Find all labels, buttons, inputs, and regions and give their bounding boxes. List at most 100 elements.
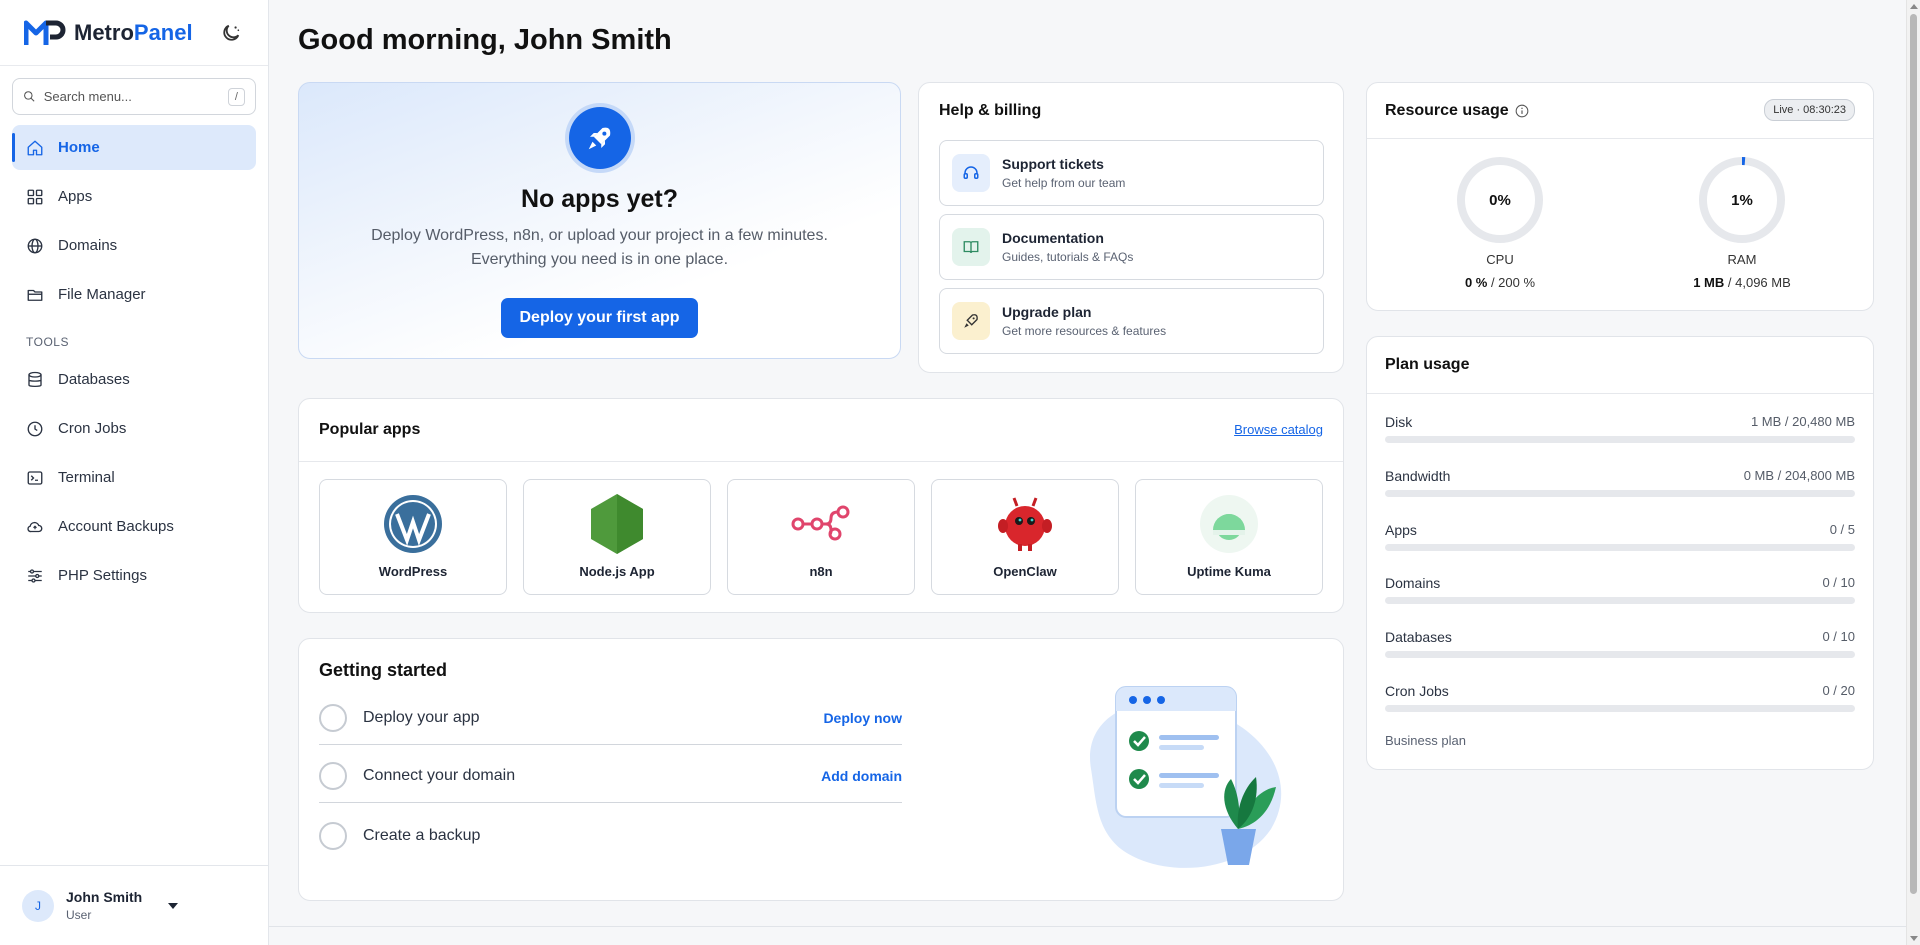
hero-description: Deploy WordPress, n8n, or upload your pr…	[371, 227, 828, 268]
checklist-illustration	[1090, 686, 1282, 868]
wordpress-icon	[320, 494, 506, 554]
help-item-subtitle: Guides, tutorials & FAQs	[1002, 250, 1134, 264]
clock-icon	[27, 421, 43, 436]
sidebar-item-label: Databases	[58, 371, 130, 388]
sidebar-item-domains[interactable]: Domains	[12, 223, 256, 268]
brand-name: MetroPanel	[74, 19, 193, 45]
sidebar-item-label: Cron Jobs	[58, 420, 127, 437]
headset-icon	[952, 154, 990, 192]
app-tile-n8n[interactable]: n8n	[727, 479, 915, 595]
documentation-link[interactable]: Documentation Guides, tutorials & FAQs	[939, 214, 1324, 280]
sidebar-item-label: Terminal	[58, 469, 115, 486]
sidebar-item-home[interactable]: Home	[12, 125, 256, 170]
info-icon[interactable]	[1515, 104, 1529, 118]
tools-section-label: TOOLS	[26, 335, 69, 349]
scroll-up-arrow-icon[interactable]	[1910, 4, 1918, 9]
sidebar-item-cron-jobs[interactable]: Cron Jobs	[12, 406, 256, 451]
empty-apps-hero: No apps yet? Deploy WordPress, n8n, or u…	[298, 82, 901, 359]
uptime-kuma-icon	[1136, 494, 1322, 554]
popular-apps-card: Popular apps Browse catalog WordPress No…	[298, 398, 1344, 613]
sidebar-item-label: Apps	[58, 188, 93, 205]
app-name: Node.js App	[579, 564, 655, 579]
app-name: OpenClaw	[993, 564, 1057, 579]
step-checkbox[interactable]	[319, 703, 347, 732]
sidebar-item-file-manager[interactable]: File Manager	[12, 272, 256, 317]
user-role: User	[66, 908, 92, 922]
scroll-down-arrow-icon[interactable]	[1910, 936, 1918, 941]
sidebar-item-databases[interactable]: Databases	[12, 357, 256, 402]
sidebar-item-label: Domains	[58, 237, 118, 254]
deploy-now-link[interactable]: Deploy now	[823, 710, 902, 726]
search-box[interactable]: /	[12, 78, 256, 115]
sidebar-item-label: File Manager	[58, 286, 146, 303]
app-name: Uptime Kuma	[1187, 564, 1271, 579]
divider	[269, 926, 1906, 927]
help-item-title: Upgrade plan	[1002, 304, 1092, 320]
step-create-backup: Create a backup	[319, 809, 902, 863]
live-badge: Live · 08:30:23	[1764, 99, 1855, 121]
divider	[1367, 393, 1873, 394]
user-name: John Smith	[66, 889, 143, 905]
browse-catalog-link[interactable]: Browse catalog	[1234, 422, 1323, 437]
vertical-scrollbar[interactable]	[1906, 0, 1920, 945]
plan-row-bandwidth: Bandwidth 0 MB / 204,800 MB	[1385, 468, 1855, 497]
sidebar-item-php-settings[interactable]: PHP Settings	[12, 553, 256, 598]
step-label: Connect your domain	[363, 766, 516, 784]
scrollbar-thumb[interactable]	[1910, 14, 1917, 894]
support-tickets-link[interactable]: Support tickets Get help from our team	[939, 140, 1324, 206]
ram-value: 1 MB / 4,096 MB	[1693, 275, 1791, 290]
step-checkbox[interactable]	[319, 761, 347, 790]
upgrade-plan-link[interactable]: Upgrade plan Get more resources & feature…	[939, 288, 1324, 354]
cloud-backup-icon	[27, 521, 43, 532]
sidebar-item-terminal[interactable]: Terminal	[12, 455, 256, 500]
divider	[1367, 138, 1873, 139]
search-input[interactable]	[43, 89, 220, 104]
divider	[299, 461, 1343, 462]
step-label: Create a backup	[363, 827, 481, 844]
metropanel-logo-icon	[24, 20, 66, 45]
rocket-icon	[952, 302, 990, 340]
ram-label: RAM	[1727, 252, 1757, 267]
app-tile-openclaw[interactable]: OpenClaw	[931, 479, 1119, 595]
rocket-icon	[568, 107, 631, 169]
moon-icon[interactable]	[220, 22, 242, 44]
main-nav: Home Apps Domains File Manager	[0, 125, 268, 321]
resource-usage-card: Resource usage Live · 08:30:23 0% CPU 0 …	[1366, 82, 1874, 311]
sidebar-item-apps[interactable]: Apps	[12, 174, 256, 219]
database-icon	[28, 371, 42, 387]
cpu-gauge: 0% CPU 0 % / 200 %	[1455, 155, 1545, 290]
sidebar-item-account-backups[interactable]: Account Backups	[12, 504, 256, 549]
terminal-icon	[27, 470, 43, 485]
plan-row-disk: Disk 1 MB / 20,480 MB	[1385, 414, 1855, 443]
tools-nav: Databases Cron Jobs Terminal Account Bac…	[0, 357, 268, 602]
globe-icon	[27, 238, 43, 253]
app-name: n8n	[809, 564, 833, 579]
sidebar-item-label: Account Backups	[58, 518, 174, 535]
getting-started-title: Getting started	[319, 660, 448, 680]
openclaw-icon	[932, 494, 1118, 554]
app-name: WordPress	[378, 564, 448, 579]
step-deploy-app: Deploy your app Deploy now	[319, 691, 902, 745]
ram-gauge: 1% RAM 1 MB / 4,096 MB	[1693, 155, 1791, 290]
step-label: Deploy your app	[363, 708, 480, 726]
deploy-first-app-button[interactable]: Deploy your first app	[501, 298, 698, 338]
nodejs-icon	[524, 494, 710, 554]
user-menu[interactable]: J John Smith User	[0, 865, 268, 945]
folder-icon	[27, 289, 43, 301]
caret-down-icon[interactable]	[168, 902, 179, 909]
plan-row-domains: Domains 0 / 10	[1385, 575, 1855, 604]
help-item-subtitle: Get help from our team	[1002, 176, 1126, 190]
add-domain-link[interactable]: Add domain	[821, 768, 902, 784]
sidebar: MetroPanel / Home Apps Domains	[0, 0, 269, 945]
plan-name: Business plan	[1385, 733, 1466, 748]
help-billing-title: Help & billing	[939, 102, 1042, 119]
help-item-subtitle: Get more resources & features	[1002, 324, 1167, 338]
plan-usage-title: Plan usage	[1385, 356, 1470, 373]
app-tile-nodejs[interactable]: Node.js App	[523, 479, 711, 595]
app-tile-wordpress[interactable]: WordPress	[319, 479, 507, 595]
help-billing-card: Help & billing Support tickets Get help f…	[918, 82, 1344, 373]
step-checkbox[interactable]	[319, 822, 347, 850]
resource-usage-title: Resource usage	[1385, 102, 1529, 120]
getting-started-card: Getting started Deploy your app Deploy n…	[298, 638, 1344, 901]
app-tile-uptime-kuma[interactable]: Uptime Kuma	[1135, 479, 1323, 595]
